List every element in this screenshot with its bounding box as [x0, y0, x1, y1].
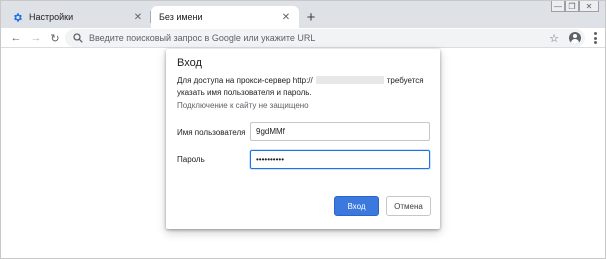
profile-avatar-icon[interactable]: [569, 32, 581, 44]
window-controls: — ❐ ✕: [551, 1, 599, 13]
tab-settings[interactable]: Настройки ✕: [1, 6, 151, 28]
reload-button[interactable]: ↻: [48, 31, 62, 45]
close-tab-icon[interactable]: ✕: [279, 10, 293, 24]
forward-button[interactable]: →: [29, 31, 43, 45]
tab-strip: Настройки ✕ Без имени ✕ + — ❐ ✕: [1, 1, 605, 28]
close-tab-icon[interactable]: ✕: [131, 10, 145, 24]
message-suffix: требуется: [386, 76, 424, 85]
search-icon: [73, 33, 83, 43]
dialog-message: Для доступа на прокси-сервер http:// треб…: [177, 75, 427, 99]
tab-title: Без имени: [159, 12, 203, 22]
message-line2: указать имя пользователя и пароль.: [177, 88, 312, 97]
tab-title: Настройки: [29, 12, 74, 22]
proxy-auth-dialog: Вход Для доступа на прокси-сервер http:/…: [166, 49, 440, 229]
bookmark-star-icon[interactable]: ☆: [549, 32, 559, 45]
cancel-button[interactable]: Отмена: [386, 196, 431, 216]
username-field[interactable]: [250, 122, 430, 141]
redacted-proxy-host: [315, 76, 384, 84]
sign-in-button[interactable]: Вход: [334, 196, 379, 216]
gear-icon: [11, 11, 23, 23]
insecure-connection-warning: Подключение к сайту не защищено: [177, 101, 309, 110]
menu-dots-icon[interactable]: [593, 32, 597, 44]
close-window-button[interactable]: ✕: [579, 1, 599, 12]
omnibox[interactable]: [65, 29, 585, 47]
password-label: Пароль: [177, 155, 205, 164]
maximize-button[interactable]: ❐: [565, 1, 579, 12]
omnibox-input[interactable]: [89, 33, 529, 43]
username-label: Имя пользователя: [177, 128, 246, 137]
toolbar: ← → ↻ ☆: [1, 28, 605, 48]
message-prefix: Для доступа на прокси-сервер http://: [177, 76, 313, 85]
password-field[interactable]: [250, 150, 430, 169]
back-button[interactable]: ←: [9, 31, 23, 45]
new-tab-button[interactable]: +: [303, 9, 319, 25]
browser-window: Настройки ✕ Без имени ✕ + — ❐ ✕ ← → ↻ ☆: [0, 0, 606, 259]
minimize-button[interactable]: —: [551, 1, 565, 12]
tab-untitled[interactable]: Без имени ✕: [151, 6, 299, 28]
dialog-title: Вход: [177, 57, 202, 69]
